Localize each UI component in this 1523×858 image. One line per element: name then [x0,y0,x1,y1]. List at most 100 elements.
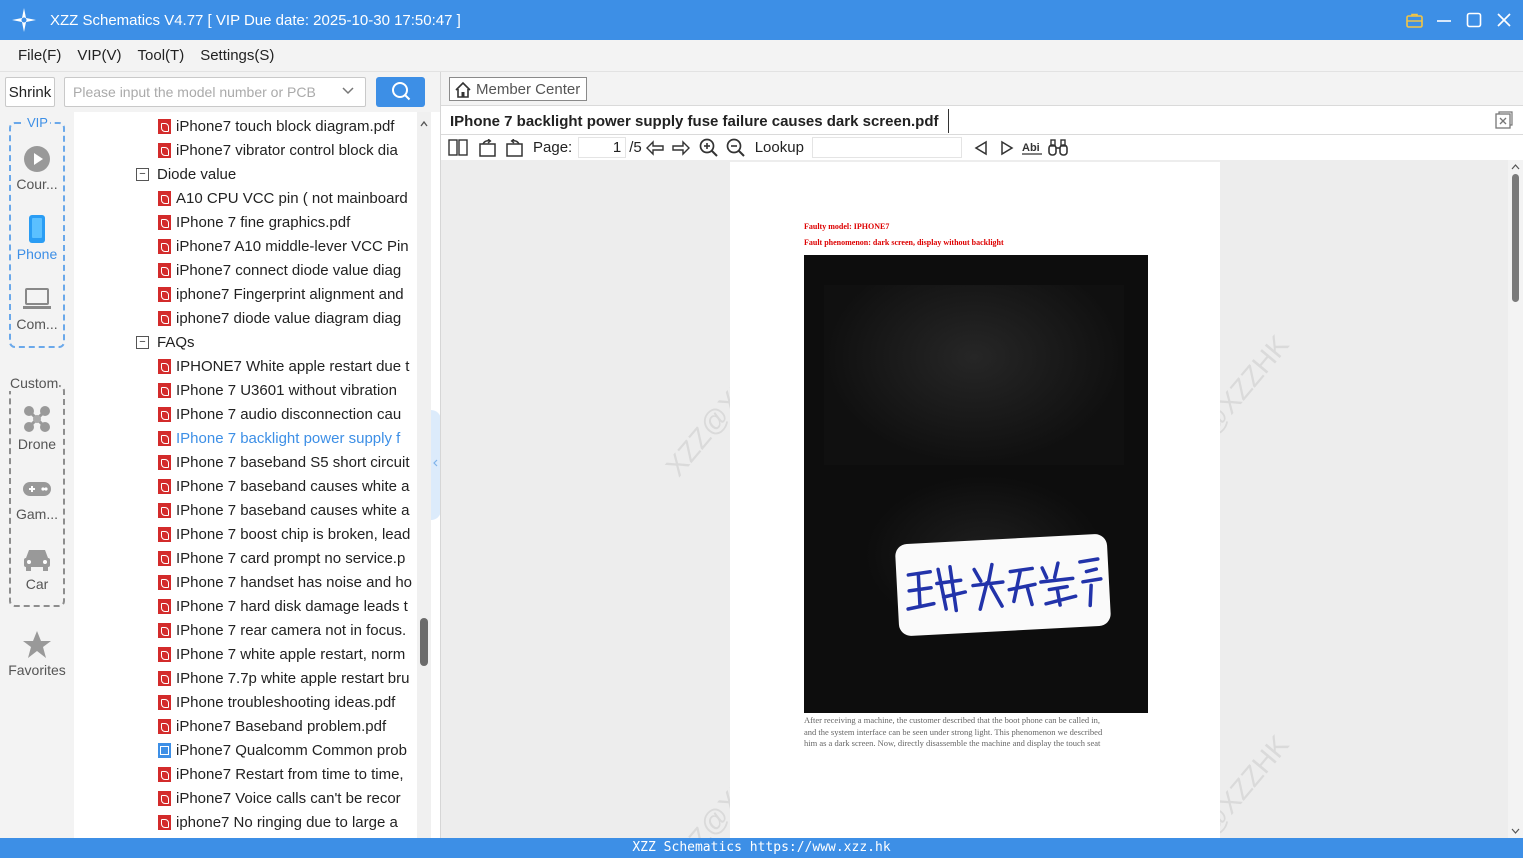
gamepad-icon [0,474,74,504]
close-tab-icon[interactable] [1495,111,1513,129]
chevron-down-icon[interactable] [341,84,355,101]
tree-scrollbar[interactable] [417,112,431,838]
briefcase-icon[interactable] [1405,11,1423,29]
close-button[interactable] [1495,11,1513,29]
body-line: him as a dark screen. Now, directly disa… [804,738,1101,748]
tree-file-item[interactable]: iPhone7 Voice calls can't be recor [158,786,401,810]
search-icon [391,81,411,104]
tree-file-item[interactable]: IPHONE7 White apple restart due t [158,354,409,378]
category-game[interactable]: Gam... [0,474,74,522]
tree-file-item[interactable]: iPhone7 touch block diagram.pdf [158,114,394,138]
category-favorites[interactable]: Favorites [0,630,74,678]
maximize-button[interactable] [1465,11,1483,29]
tree-file-item[interactable]: iPhone7 vibrator control block dia [158,138,398,162]
pdf-vertical-scrollbar[interactable] [1508,160,1523,838]
tree-file-item[interactable]: IPhone 7 U3601 without vibration [158,378,397,402]
tree-file-item[interactable]: iphone7 Fingerprint alignment and [158,282,404,306]
search-input[interactable]: Please input the model number or PCB [64,77,366,107]
tree-folder[interactable]: − FAQs [136,330,195,354]
tree-file-item[interactable]: IPhone 7 fine graphics.pdf [158,210,350,234]
pdf-file-icon [158,574,171,590]
tree-file-item[interactable]: iPhone7 Baseband problem.pdf [158,714,386,738]
drone-icon [0,404,74,434]
tree-file-item[interactable]: IPhone 7 hard disk damage leads t [158,594,408,618]
category-car[interactable]: Car [0,544,74,592]
tree-item-label: iphone7 Fingerprint alignment and [176,285,404,303]
tree-item-label: iPhone7 Qualcomm Common prob [176,741,407,759]
shrink-button[interactable]: Shrink [5,77,55,107]
tree-file-item[interactable]: iPhone7 A10 middle-lever VCC Pin [158,234,409,258]
tree-item-label: IPhone 7 handset has noise and ho [176,573,413,591]
tree-file-item[interactable]: IPhone 7 rear camera not in focus. [158,618,406,642]
category-label: Gam... [15,506,58,522]
search-prev-icon[interactable] [966,135,996,160]
scroll-up-icon[interactable] [420,115,428,127]
home-icon [455,81,471,98]
page-number-input[interactable]: 1 [578,137,627,158]
collapse-toggle-icon[interactable]: − [136,335,149,349]
category-phone[interactable]: Phone [0,214,74,262]
tree-file-item[interactable]: IPhone 7 handset has noise and ho [158,570,412,594]
category-course[interactable]: Cour... [0,144,74,192]
tree-file-item[interactable]: IPhone 7 card prompt no service.p [158,546,405,570]
collapse-toggle-icon[interactable]: − [136,167,149,181]
tree-file-item[interactable]: iPhone7 Restart from time to time, [158,762,404,786]
custom-group-label: Custom [9,375,60,391]
tree-item-label: IPhone 7 baseband causes white a [176,477,410,495]
category-drone[interactable]: Drone [0,404,74,452]
document-tab-bar: IPhone 7 backlight power supply fuse fai… [441,106,1523,135]
title-bar: XZZ Schematics V4.77 [ VIP Due date: 202… [0,0,1523,40]
faulty-model-text: Faulty model: IPHONE7 [804,222,890,231]
category-computer[interactable]: Com... [0,284,74,332]
tree-file-item[interactable]: iPhone7 connect diode value diag [158,258,401,282]
member-center-button[interactable]: Member Center [449,77,588,101]
pdf-view[interactable]: XZZ@XZZHK XZZ@XZZHK XZZ@XZZHK XZZ@XZZHK … [441,160,1508,838]
phone-screen-photo [804,255,1148,713]
rotate-left-icon[interactable] [475,135,501,160]
search-next-icon[interactable] [996,135,1018,160]
status-bar: XZZ Schematics https://www.xzz.hk [0,838,1523,858]
category-label: Car [25,576,49,592]
two-page-icon[interactable] [441,135,475,160]
tree-item-label: IPhone 7 hard disk damage leads t [176,597,408,615]
svg-text:Abi: Abi [1022,142,1040,154]
pdf-file-icon [158,358,171,374]
zoom-in-icon[interactable] [694,135,724,160]
tree-item-label: iphone7 No ringing due to large a [176,813,398,831]
tree-folder[interactable]: − Diode value [136,162,236,186]
tree-file-item[interactable]: IPhone 7.7p white apple restart bru [158,666,409,690]
tree-file-item[interactable]: iphone7 No ringing due to large a [158,810,398,834]
tree-scroll-thumb[interactable] [420,618,428,666]
tree-item-label: iPhone7 Voice calls can't be recor [176,789,401,807]
tree-file-item[interactable]: IPhone 7 white apple restart, norm [158,642,405,666]
binoculars-icon[interactable] [1046,135,1070,160]
document-tab[interactable]: IPhone 7 backlight power supply fuse fai… [450,109,950,133]
minimize-button[interactable] [1435,11,1453,29]
tree-file-item[interactable]: IPhone 7 baseband S5 short circuit [158,450,409,474]
pdf-scroll-thumb[interactable] [1512,174,1519,302]
category-label: Com... [16,316,58,332]
tree-file-item[interactable]: IPhone 7 boost chip is broken, lead [158,522,410,546]
tree-file-item[interactable]: IPhone 7 audio disconnection cau [158,402,401,426]
tree-file-item[interactable]: iphone7 diode value diagram diag [158,306,401,330]
handwritten-sticker [894,533,1112,637]
menu-file[interactable]: File(F) [18,47,61,64]
pdf-file-icon [158,814,171,830]
zoom-out-icon[interactable] [724,135,748,160]
tree-file-item[interactable]: IPhone 7 backlight power supply f [158,426,400,450]
rotate-right-icon[interactable] [501,135,527,160]
tree-file-item[interactable]: IPhone 7 baseband causes white a [158,474,410,498]
lookup-input[interactable] [811,137,962,158]
menu-vip[interactable]: VIP(V) [77,47,121,64]
next-page-arrow-icon[interactable] [668,135,694,160]
menu-tool[interactable]: Tool(T) [138,47,185,64]
prev-page-arrow-icon[interactable] [642,135,668,160]
search-button[interactable] [376,77,425,107]
match-case-icon[interactable]: Abi [1018,135,1046,160]
tree-file-item[interactable]: A10 CPU VCC pin ( not mainboard [158,186,408,210]
tree-file-item[interactable]: iPhone7 Qualcomm Common prob [158,738,407,762]
document-body-text: After receiving a machine, the customer … [804,715,1149,750]
tree-file-item[interactable]: IPhone 7 baseband causes white a [158,498,410,522]
menu-settings[interactable]: Settings(S) [200,47,274,64]
tree-file-item[interactable]: IPhone troubleshooting ideas.pdf [158,690,395,714]
